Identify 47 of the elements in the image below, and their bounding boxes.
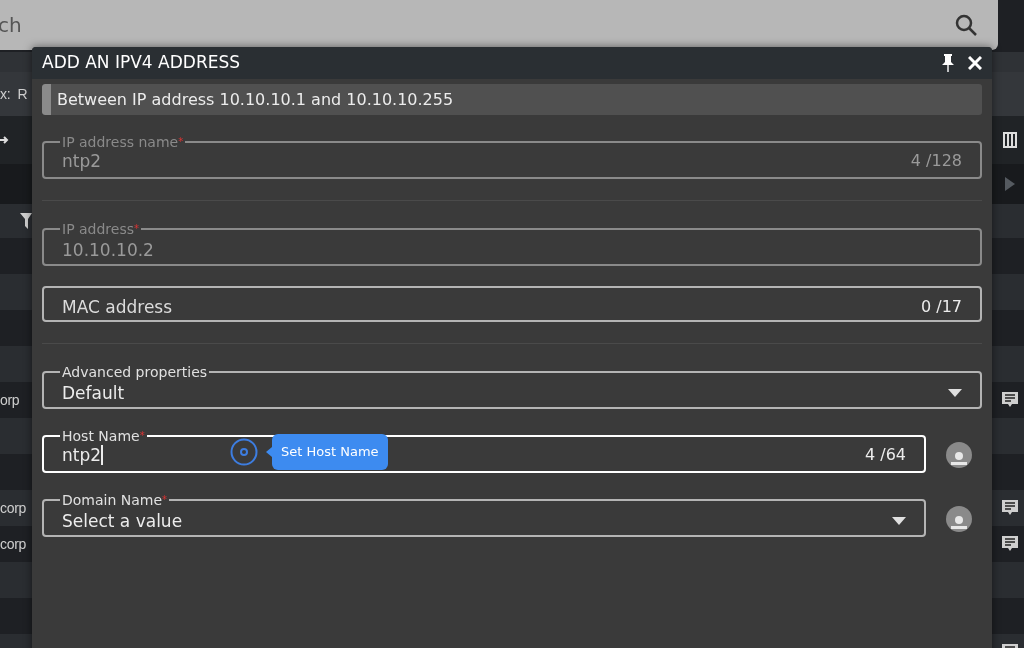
input-field[interactable]: MAC address 0 /17 bbox=[42, 286, 982, 322]
table-row bbox=[0, 346, 32, 382]
table-row bbox=[992, 310, 1024, 346]
table-row bbox=[0, 238, 32, 274]
dropdown-caret-icon[interactable] bbox=[948, 389, 962, 397]
comment-icon[interactable] bbox=[1001, 391, 1019, 409]
table-row bbox=[992, 454, 1024, 490]
target-icon[interactable] bbox=[230, 438, 258, 466]
table-row bbox=[992, 562, 1024, 598]
table-row bbox=[992, 238, 1024, 274]
select-field[interactable]: Advanced properties Default bbox=[42, 365, 982, 409]
table-row bbox=[0, 454, 32, 490]
comment-icon[interactable] bbox=[1001, 535, 1019, 553]
pin-icon[interactable] bbox=[942, 54, 954, 72]
range-banner: Between IP address 10.10.10.1 and 10.10.10.255 bbox=[42, 84, 982, 115]
arrow-icon[interactable] bbox=[0, 134, 10, 146]
columns-icon[interactable] bbox=[1003, 132, 1017, 148]
table-row bbox=[0, 418, 32, 454]
table-row bbox=[0, 562, 32, 598]
user-button[interactable] bbox=[946, 442, 972, 468]
tooltip: Set Host Name bbox=[266, 434, 388, 470]
select-field[interactable]: Domain Name* Select a value bbox=[42, 493, 926, 537]
cut-text: orp bbox=[0, 390, 20, 410]
table-row bbox=[992, 598, 1024, 634]
character-counter: 4 /64 bbox=[865, 444, 906, 466]
table-row bbox=[0, 310, 32, 346]
person-icon bbox=[950, 450, 968, 468]
table-row bbox=[0, 598, 32, 634]
input-field[interactable]: Host Name* ntp2 Set Host Name 4 /64 bbox=[42, 429, 926, 473]
table-row bbox=[0, 274, 32, 310]
character-counter: 0 /17 bbox=[921, 296, 962, 319]
character-counter: 4 /128 bbox=[910, 150, 962, 172]
cut-text: x: R bbox=[0, 84, 28, 104]
comment-icon[interactable] bbox=[1001, 499, 1019, 517]
table-row bbox=[992, 204, 1024, 238]
dropdown-caret-icon[interactable] bbox=[892, 517, 906, 525]
dialog-title: ADD AN IPV4 ADDRESS bbox=[42, 51, 241, 75]
person-icon bbox=[950, 514, 968, 532]
close-icon[interactable] bbox=[968, 56, 982, 70]
play-icon[interactable] bbox=[1005, 177, 1015, 191]
table-row bbox=[992, 418, 1024, 454]
cut-text: corp bbox=[0, 498, 27, 518]
user-button[interactable] bbox=[946, 506, 972, 532]
table-row bbox=[992, 274, 1024, 310]
search-icon[interactable] bbox=[954, 13, 978, 37]
table-row bbox=[992, 346, 1024, 382]
cut-text: corp bbox=[0, 534, 27, 554]
